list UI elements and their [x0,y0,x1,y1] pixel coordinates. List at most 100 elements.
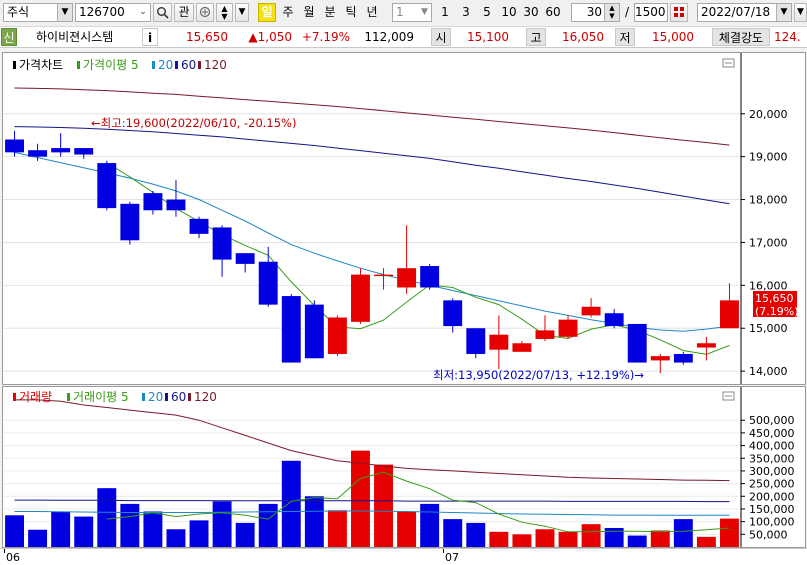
chevron-down-icon[interactable]: ▼ [57,4,72,21]
market-select-value: 주식 [7,5,30,19]
candle-body [374,274,393,277]
period-week-tab[interactable]: 주 [278,3,298,22]
legend-marker [13,61,16,69]
interval-1-label: 1 [441,5,449,19]
legend-marker [152,61,155,69]
count-separator: / [621,3,633,22]
candle-body [581,306,601,316]
spin-updown-button[interactable]: ▲ ▼ [216,3,233,22]
candle-body [166,199,186,211]
total-count-input[interactable]: 1500 [634,3,668,22]
high-price: 16,050 [562,30,604,44]
low-label-text: 저 [619,31,631,45]
legend-marker [142,393,145,401]
volume-tick-label: 150,000 [749,503,795,516]
volume-bar [51,511,71,547]
interval-60-button[interactable]: 60 [543,3,563,22]
stock-code-value: 126700 [79,5,125,19]
more-menu-button[interactable]: ▼ [794,3,807,22]
candle-body [235,253,255,264]
volume-bar [535,529,555,547]
price-legend-ma60: 60 [181,58,196,72]
chevron-down-icon[interactable]: ▼ [418,4,431,21]
candle-body [558,319,578,337]
candle [212,225,232,277]
legend-marker [175,61,178,69]
credit-badge-label: 신 [3,31,15,45]
interval-30-button[interactable]: 30 [521,3,541,22]
volume-tick-label: 400,000 [749,440,795,453]
candle-body [443,300,463,327]
interval-60-label: 60 [545,5,561,19]
menu-button[interactable]: ▼ [235,3,249,22]
candle [374,268,393,290]
related-stocks-button[interactable]: 관 [174,3,194,22]
candle [166,180,186,217]
volume-bar [235,522,255,547]
price-chart-panel[interactable]: 14,000 15,000 16,000 17,000 18,000 19,000 20,0… [2,52,806,385]
interval-10-button[interactable]: 10 [499,3,519,22]
chevron-down-icon[interactable]: ⌄ [136,4,150,21]
stock-info-button[interactable]: i [142,28,158,46]
volume-tick-label: 350,000 [749,452,795,465]
volume-bar [512,534,532,547]
candle [627,323,647,363]
candle-body [489,334,509,350]
total-count-value: 1500 [635,5,666,19]
price-change: ▲1,050 [248,30,292,44]
candle-body [720,300,739,329]
volume-bar [558,531,578,547]
volume-ma60-line [14,499,730,503]
interval-3-button[interactable]: 3 [458,3,474,22]
date-picker[interactable]: 2022/07/18 ▼ [697,3,792,22]
candle-body [397,268,417,288]
strength-label-text: 체결강도 [718,31,764,45]
link-button[interactable] [196,3,214,22]
candle [5,130,24,157]
open-label-text: 시 [435,31,447,45]
stepper-arrows-icon[interactable]: ▲ ▼ [604,4,619,21]
legend-marker [67,393,70,401]
interval-1-button[interactable]: 1 [437,3,453,22]
candle-body [466,328,486,354]
count-stepper[interactable]: 30 ▲ ▼ [571,3,620,22]
period-minute-tab[interactable]: 분 [320,3,340,22]
candle [120,201,140,245]
realtime-toggle-button[interactable] [670,3,688,22]
volume-tick-label: 100,000 [749,516,795,529]
stock-code-input[interactable]: 126700 ⌄ [75,3,151,22]
candle-body [535,330,555,339]
chevron-down-icon: ▼ [238,7,246,17]
period-day-button[interactable]: 일 [258,3,276,22]
x-tick-label-july: 07 [445,551,459,564]
candle-body [604,313,624,327]
low-label: 저 [615,28,635,46]
volume-tick-label: 50,000 [749,528,788,541]
open-price: 15,100 [467,30,509,44]
market-select[interactable]: 주식 ▼ [3,3,73,22]
period-tick-tab[interactable]: 틱 [341,3,361,22]
open-label: 시 [431,28,451,46]
x-tick-mark [443,549,444,553]
period-year-tab[interactable]: 년 [362,3,382,22]
volume-legend-ma20: 20 [148,390,163,404]
interval-select[interactable]: 1 ▼ [392,3,432,22]
volume-bar [650,530,670,547]
interval-5-button[interactable]: 5 [479,3,495,22]
stock-name[interactable]: 하이비젼시스템 [36,27,136,47]
volume-bar [5,515,24,547]
chevron-down-icon[interactable]: ▼ [776,4,791,21]
candle-body [351,274,370,322]
quote-strip: 신 하이비젼시스템 i 15,650 ▲1,050 +7.19% 112,009… [0,27,807,48]
volume-chart-panel[interactable]: 50,000 100,000 150,000 200,000 250,000 300,00… [2,386,806,548]
volume-bar [189,520,209,547]
volume-chart[interactable]: 50,000100,000150,000200,000250,000300,00… [3,387,805,547]
search-button[interactable] [153,3,172,22]
price-chart[interactable]: 14,000 15,000 16,000 17,000 18,000 19,000 20,0… [3,53,805,384]
period-month-tab[interactable]: 월 [299,3,319,22]
volume-tick-label: 500,000 [749,414,795,427]
candle [696,336,716,361]
price-legend-ma120: 120 [204,58,227,72]
low-price: 15,000 [652,30,694,44]
interval-5-label: 5 [483,5,491,19]
